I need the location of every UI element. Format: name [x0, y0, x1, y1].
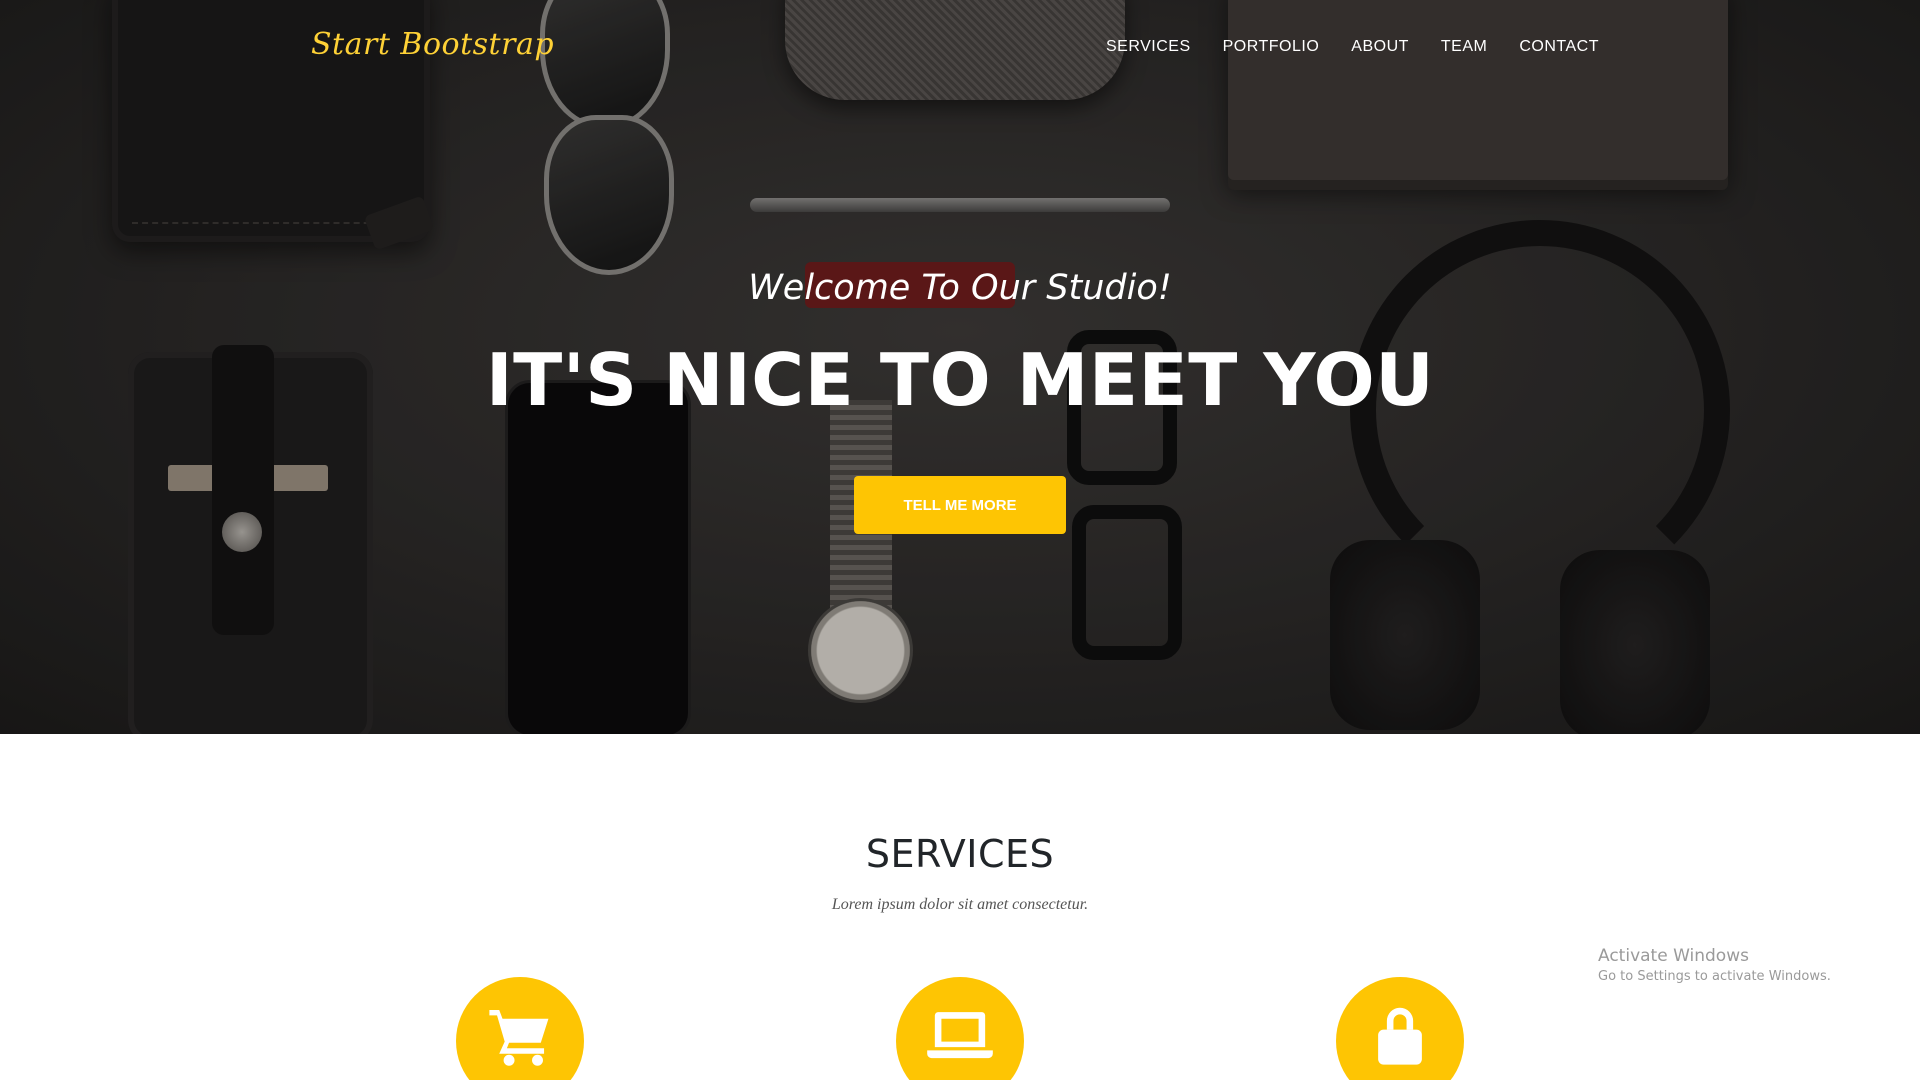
- tell-me-more-button[interactable]: TELL ME MORE: [854, 476, 1066, 534]
- hero-section: Start Bootstrap SERVICES PORTFOLIO ABOUT…: [0, 0, 1920, 734]
- navbar: Start Bootstrap SERVICES PORTFOLIO ABOUT…: [0, 0, 1920, 96]
- windows-activation-watermark: Activate Windows Go to Settings to activ…: [1598, 946, 1831, 984]
- brand-logo[interactable]: Start Bootstrap: [311, 27, 554, 62]
- nav-links: SERVICES PORTFOLIO ABOUT TEAM CONTACT: [1106, 38, 1599, 56]
- watermark-title: Activate Windows: [1598, 946, 1749, 966]
- shopping-cart-icon: [456, 977, 584, 1080]
- section-title: SERVICES: [865, 832, 1055, 876]
- hero-heading: IT'S NICE TO MEET YOU: [485, 338, 1435, 422]
- hero-subheading: Welcome To Our Studio!: [748, 268, 1172, 308]
- nav-link-portfolio[interactable]: PORTFOLIO: [1223, 38, 1320, 56]
- watermark-subtitle: Go to Settings to activate Windows.: [1598, 969, 1831, 984]
- nav-link-team[interactable]: TEAM: [1441, 38, 1487, 56]
- nav-link-contact[interactable]: CONTACT: [1519, 38, 1599, 56]
- nav-link-services[interactable]: SERVICES: [1106, 38, 1191, 56]
- lock-icon: [1336, 977, 1464, 1080]
- laptop-icon: [896, 977, 1024, 1080]
- section-subtitle: Lorem ipsum dolor sit amet consectetur.: [831, 896, 1089, 913]
- nav-link-about[interactable]: ABOUT: [1351, 38, 1409, 56]
